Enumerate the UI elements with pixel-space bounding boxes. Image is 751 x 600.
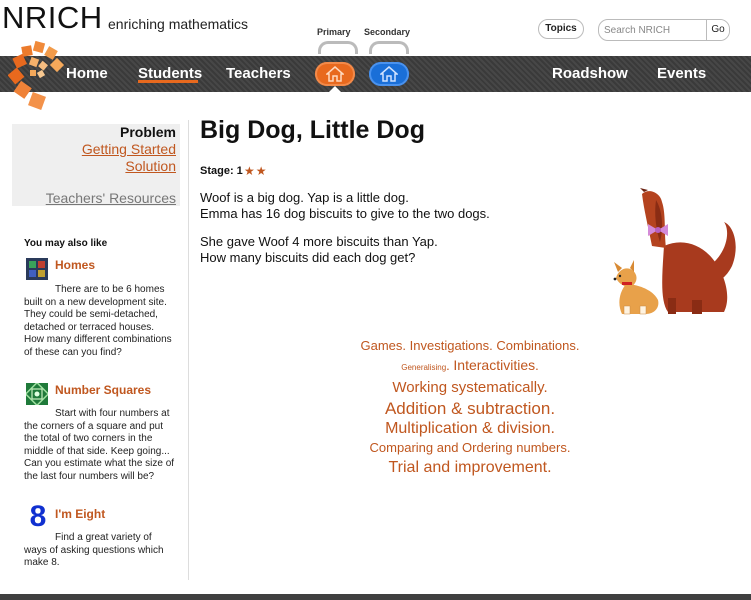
- nav-notch: [328, 86, 342, 93]
- go-button[interactable]: Go: [706, 20, 729, 40]
- tag-multiplication-division[interactable]: Multiplication & division: [385, 420, 550, 437]
- nav-events[interactable]: Events: [657, 65, 706, 82]
- dogs-illustration: [613, 188, 736, 315]
- nav-students-active-underline: [138, 80, 198, 83]
- tag-comparing-ordering[interactable]: Comparing and Ordering numbers: [370, 440, 567, 455]
- tag-trial-improvement[interactable]: Trial and improvement: [388, 459, 547, 476]
- primary-label[interactable]: Primary: [317, 27, 351, 37]
- primary-arc-decoration: [318, 41, 358, 54]
- problem-link[interactable]: Problem: [120, 124, 176, 140]
- teachers-resources-link[interactable]: Teachers' Resources: [46, 190, 176, 206]
- nav-teachers[interactable]: Teachers: [226, 65, 291, 82]
- home-icon: [380, 66, 398, 82]
- related-homes-title[interactable]: Homes: [55, 258, 95, 272]
- tag-interactivities[interactable]: Interactivities: [453, 357, 535, 373]
- solution-link[interactable]: Solution: [125, 158, 176, 174]
- problem-text-line: How many biscuits did each dog get?: [200, 250, 416, 265]
- nrich-spiral-logo[interactable]: [8, 40, 66, 112]
- home-icon: [326, 66, 344, 82]
- problem-text-line: She gave Woof 4 more biscuits than Yap.: [200, 234, 438, 249]
- related-homes-description: There are to be 6 homes built on a new d…: [24, 284, 172, 358]
- secondary-home-button[interactable]: [369, 62, 409, 86]
- tag-working-systematically[interactable]: Working systematically: [392, 379, 543, 396]
- related-im-eight-description: Find a great variety of ways of asking q…: [24, 532, 164, 568]
- search-box: Go: [598, 19, 730, 41]
- tag-addition-subtraction[interactable]: Addition & subtraction: [385, 399, 550, 418]
- nav-roadshow[interactable]: Roadshow: [552, 65, 628, 82]
- topics-button[interactable]: Topics: [538, 19, 584, 39]
- primary-home-button[interactable]: [315, 62, 355, 86]
- topic-tag-cloud: Games. Investigations. Combinations. Gen…: [360, 338, 580, 476]
- related-number-squares-title[interactable]: Number Squares: [55, 383, 151, 397]
- getting-started-link[interactable]: Getting Started: [82, 141, 176, 157]
- secondary-label[interactable]: Secondary: [364, 27, 410, 37]
- number-squares-thumbnail-icon[interactable]: [26, 383, 48, 405]
- site-tagline: enriching mathematics: [108, 16, 249, 32]
- tag-games[interactable]: Games: [361, 338, 403, 353]
- tag-generalising[interactable]: Generalising: [401, 363, 446, 372]
- eight-thumbnail-icon[interactable]: 8: [26, 502, 50, 532]
- problem-text-line: Emma has 16 dog biscuits to give to the …: [200, 206, 490, 221]
- sidebar-divider: [188, 120, 189, 580]
- tag-investigations[interactable]: Investigations: [410, 338, 490, 353]
- difficulty-stars-icon: ★★: [244, 164, 268, 178]
- stage-label: Stage: 1: [200, 165, 243, 177]
- related-im-eight-title[interactable]: I'm Eight: [55, 507, 105, 521]
- problem-paragraph-1: Woof is a big dog. Yap is a little dog. …: [200, 190, 490, 222]
- search-input[interactable]: [599, 20, 708, 40]
- homes-thumbnail-icon[interactable]: [26, 258, 48, 280]
- you-may-also-like-heading: You may also like: [24, 238, 108, 249]
- nrich-logo-text[interactable]: NRICH: [2, 0, 103, 36]
- problem-paragraph-2: She gave Woof 4 more biscuits than Yap. …: [200, 234, 438, 266]
- footer-bar: [0, 594, 751, 600]
- problem-links-panel: Problem Getting Started Solution Teacher…: [12, 124, 180, 206]
- nav-home[interactable]: Home: [66, 65, 108, 82]
- secondary-arc-decoration: [369, 41, 409, 54]
- problem-text-line: Woof is a big dog. Yap is a little dog.: [200, 190, 409, 205]
- page-title: Big Dog, Little Dog: [200, 116, 425, 144]
- related-number-squares-description: Start with four numbers at the corners o…: [24, 408, 175, 482]
- tag-combinations[interactable]: Combinations: [496, 338, 576, 353]
